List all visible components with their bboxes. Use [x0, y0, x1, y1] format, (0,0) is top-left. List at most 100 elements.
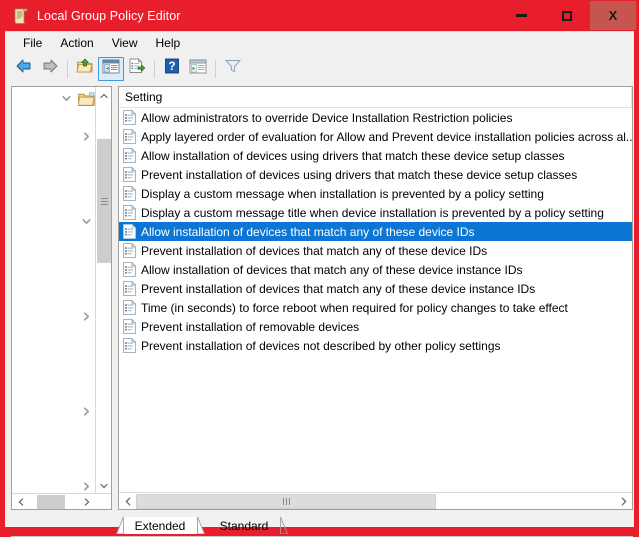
- list-item-label: Display a custom message title when devi…: [141, 205, 604, 220]
- export-list-button[interactable]: [124, 57, 150, 81]
- policy-setting-icon: [123, 223, 137, 239]
- up-one-level-button[interactable]: [72, 57, 98, 81]
- tree-node-collapsed[interactable]: [78, 307, 94, 326]
- tree-vertical-scrollbar[interactable]: [95, 87, 111, 494]
- show-hide-console-tree-button[interactable]: [98, 56, 124, 81]
- close-icon: X: [608, 8, 618, 23]
- maximize-button[interactable]: [544, 1, 590, 30]
- list-item[interactable]: Prevent installation of devices not desc…: [119, 336, 632, 355]
- chevron-down-icon[interactable]: [78, 214, 94, 230]
- list-item[interactable]: Allow installation of devices that match…: [119, 222, 632, 241]
- local-group-policy-editor-window: Local Group Policy Editor X File Action …: [0, 0, 639, 537]
- list-horizontal-scrollbar[interactable]: [119, 492, 632, 509]
- folder-icon: [77, 91, 95, 106]
- tree-node-collapsed[interactable]: [78, 477, 94, 494]
- show-hide-console-tree-icon: [102, 59, 120, 79]
- list-item[interactable]: Prevent installation of devices using dr…: [119, 165, 632, 184]
- menu-help[interactable]: Help: [147, 34, 190, 53]
- list-item[interactable]: Display a custom message when installati…: [119, 184, 632, 203]
- list-scroll-right-button[interactable]: [615, 493, 632, 509]
- column-header-setting[interactable]: Setting: [119, 87, 632, 108]
- minimize-icon: [515, 14, 527, 17]
- help-button[interactable]: ?: [159, 57, 185, 81]
- toolbar-separator: [67, 59, 68, 78]
- list-item[interactable]: Allow administrators to override Device …: [119, 108, 632, 127]
- chevron-right-icon[interactable]: [78, 404, 94, 420]
- scrollbar-grip-icon: [100, 196, 108, 207]
- policy-setting-icon: [123, 128, 137, 144]
- policy-setting-icon: [123, 280, 137, 296]
- list-item[interactable]: Prevent installation of devices that mat…: [119, 279, 632, 298]
- list-item[interactable]: Prevent installation of devices that mat…: [119, 241, 632, 260]
- toolbar: ?: [5, 54, 634, 83]
- scrollbar-grip-icon: [282, 497, 291, 505]
- tree-node-collapsed[interactable]: [78, 402, 94, 421]
- menu-action[interactable]: Action: [51, 34, 102, 53]
- list-item-label: Prevent installation of devices not desc…: [141, 338, 501, 353]
- close-button[interactable]: X: [590, 1, 636, 30]
- menu-bar: File Action View Help: [5, 32, 634, 54]
- console-tree-pane[interactable]: [11, 86, 112, 510]
- list-item[interactable]: Time (in seconds) to force reboot when r…: [119, 298, 632, 317]
- properties-button[interactable]: [185, 57, 211, 81]
- tree-scroll-right-button[interactable]: [78, 494, 95, 509]
- toolbar-separator: [154, 59, 155, 78]
- list-item-label: Time (in seconds) to force reboot when r…: [141, 300, 568, 315]
- tree-scroll-down-button[interactable]: [96, 477, 111, 494]
- list-item-label: Prevent installation of removable device…: [141, 319, 360, 334]
- policy-setting-icon: [123, 185, 137, 201]
- list-item[interactable]: Apply layered order of evaluation for Al…: [119, 127, 632, 146]
- tree-horizontal-scrollbar[interactable]: [12, 493, 111, 509]
- tree-node-expanded[interactable]: [78, 212, 94, 231]
- tab-extended[interactable]: Extended: [116, 517, 205, 534]
- title-bar[interactable]: Local Group Policy Editor X: [0, 0, 639, 31]
- window-title: Local Group Policy Editor: [37, 8, 181, 23]
- settings-list-pane[interactable]: Setting Allow administrators to override…: [118, 86, 633, 510]
- up-one-level-icon: [76, 58, 94, 79]
- toolbar-separator: [215, 59, 216, 78]
- list-item-label: Prevent installation of devices using dr…: [141, 167, 578, 182]
- list-item[interactable]: Allow installation of devices using driv…: [119, 146, 632, 165]
- forward-button[interactable]: [37, 57, 63, 81]
- policy-setting-icon: [123, 242, 137, 258]
- tree-hscroll-thumb[interactable]: [37, 494, 65, 509]
- list-column-headers: Setting: [119, 87, 632, 108]
- back-icon: [15, 58, 33, 79]
- tree-scroll-left-button[interactable]: [12, 494, 29, 509]
- list-item-label: Allow installation of devices using driv…: [141, 148, 565, 163]
- list-item[interactable]: Prevent installation of removable device…: [119, 317, 632, 336]
- tree-scroll-up-button[interactable]: [96, 87, 111, 104]
- chevron-down-icon[interactable]: [58, 91, 74, 107]
- tab-standard[interactable]: Standard: [208, 517, 288, 534]
- menu-file[interactable]: File: [14, 34, 51, 53]
- list-item-label: Allow installation of devices that match…: [141, 262, 523, 277]
- list-item[interactable]: Allow installation of devices that match…: [119, 260, 632, 279]
- policy-setting-icon: [123, 299, 137, 315]
- menu-view[interactable]: View: [103, 34, 147, 53]
- back-button[interactable]: [11, 57, 37, 81]
- tree-node-expanded-root[interactable]: [58, 89, 95, 108]
- policy-setting-icon: [123, 204, 137, 220]
- list-item-label: Allow administrators to override Device …: [141, 110, 513, 125]
- forward-icon: [41, 58, 59, 79]
- list-hscroll-thumb[interactable]: [136, 493, 436, 509]
- tab-standard-label: Standard: [219, 518, 269, 533]
- list-item-label: Apply layered order of evaluation for Al…: [141, 129, 632, 144]
- minimize-button[interactable]: [498, 1, 544, 30]
- svg-text:?: ?: [168, 61, 175, 73]
- policy-setting-icon: [123, 261, 137, 277]
- maximize-icon: [562, 10, 572, 21]
- policy-editor-icon: [12, 8, 28, 24]
- list-scroll-left-button[interactable]: [119, 493, 136, 509]
- chevron-right-icon[interactable]: [78, 129, 94, 145]
- chevron-right-icon[interactable]: [78, 479, 94, 495]
- client-area: File Action View Help ? Setting Allow ad…: [5, 31, 634, 537]
- tree-scroll-thumb[interactable]: [97, 139, 111, 263]
- filter-button[interactable]: [220, 57, 246, 81]
- chevron-right-icon[interactable]: [78, 309, 94, 325]
- window-controls: X: [498, 1, 636, 30]
- list-item[interactable]: Display a custom message title when devi…: [119, 203, 632, 222]
- policy-setting-icon: [123, 166, 137, 182]
- tab-extended-label: Extended: [134, 518, 186, 533]
- tree-node-collapsed[interactable]: [78, 127, 94, 146]
